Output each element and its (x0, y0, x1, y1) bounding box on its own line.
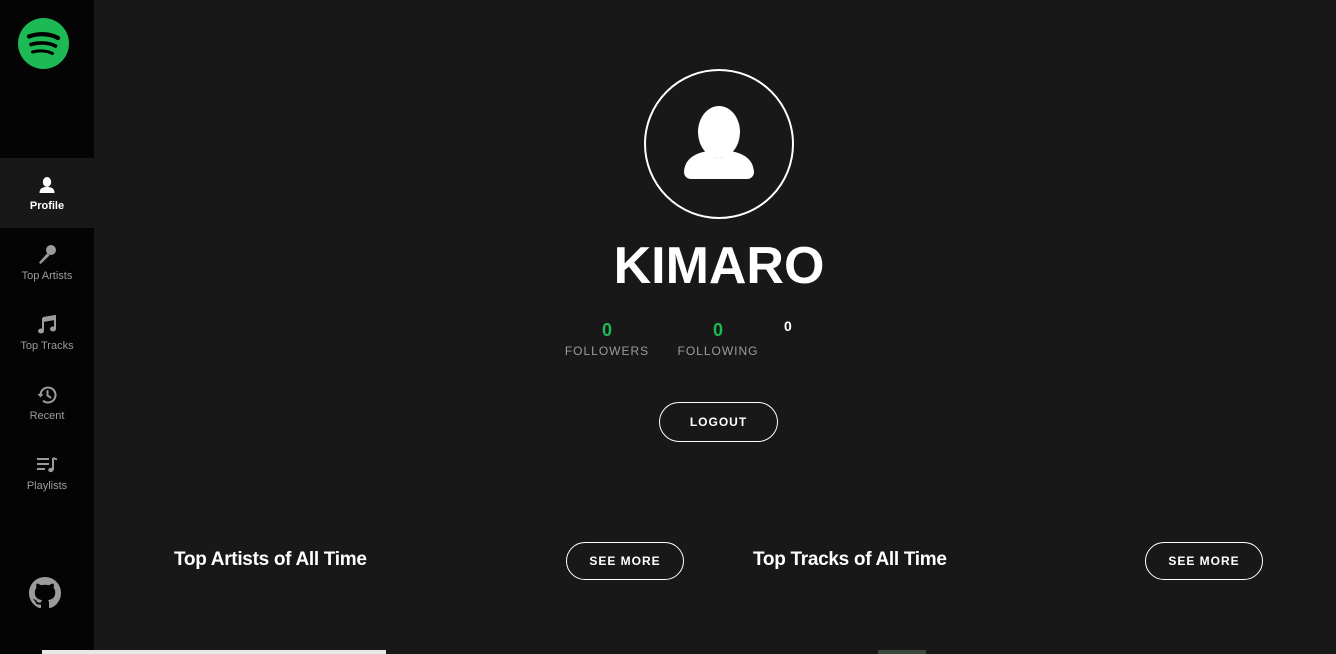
sidebar-nav: Profile Top Artists Top Tracks Recent Pl… (0, 158, 94, 508)
main-content: KIMARO 0 FOLLOWERS 0 FOLLOWING 0 LOGOUT … (94, 0, 1336, 654)
sidebar-item-top-artists[interactable]: Top Artists (0, 228, 94, 298)
sidebar-item-label: Top Tracks (20, 339, 74, 352)
top-artists-see-more-button[interactable]: SEE MORE (566, 542, 684, 580)
sidebar-item-label: Recent (29, 409, 65, 422)
playlist-icon (36, 454, 58, 476)
following-label: FOLLOWING (677, 344, 759, 358)
avatar (644, 69, 794, 219)
sidebar-item-label: Profile (29, 199, 65, 212)
top-tracks-title: Top Tracks of All Time (753, 549, 947, 570)
followers-label: FOLLOWERS (564, 344, 650, 358)
sidebar-item-recent[interactable]: Recent (0, 368, 94, 438)
sidebar-item-top-tracks[interactable]: Top Tracks (0, 298, 94, 368)
sidebar-item-profile[interactable]: Profile (0, 158, 94, 228)
music-note-icon (36, 314, 58, 336)
following-stat: 0 FOLLOWING (673, 319, 763, 359)
sidebar-item-playlists[interactable]: Playlists (0, 438, 94, 508)
artist-image-strip (42, 650, 386, 654)
top-tracks-see-more-button[interactable]: SEE MORE (1145, 542, 1263, 580)
user-icon (36, 174, 58, 196)
sidebar: Profile Top Artists Top Tracks Recent Pl… (0, 0, 94, 654)
spotify-logo-icon[interactable] (18, 18, 69, 69)
username: KIMARO (613, 237, 825, 295)
sidebar-item-label: Playlists (26, 479, 68, 492)
github-icon[interactable] (29, 577, 61, 609)
following-count: 0 (712, 320, 723, 340)
track-image-strip (878, 650, 926, 654)
top-artists-title: Top Artists of All Time (174, 549, 367, 570)
followers-stat: 0 FOLLOWERS (562, 319, 652, 359)
logout-button[interactable]: LOGOUT (659, 402, 778, 442)
history-icon (36, 384, 58, 406)
followers-count: 0 (601, 320, 612, 340)
playlists-count: 0 (784, 318, 792, 334)
microphone-icon (36, 244, 58, 266)
sidebar-item-label: Top Artists (21, 269, 73, 282)
user-placeholder-icon (684, 106, 754, 179)
